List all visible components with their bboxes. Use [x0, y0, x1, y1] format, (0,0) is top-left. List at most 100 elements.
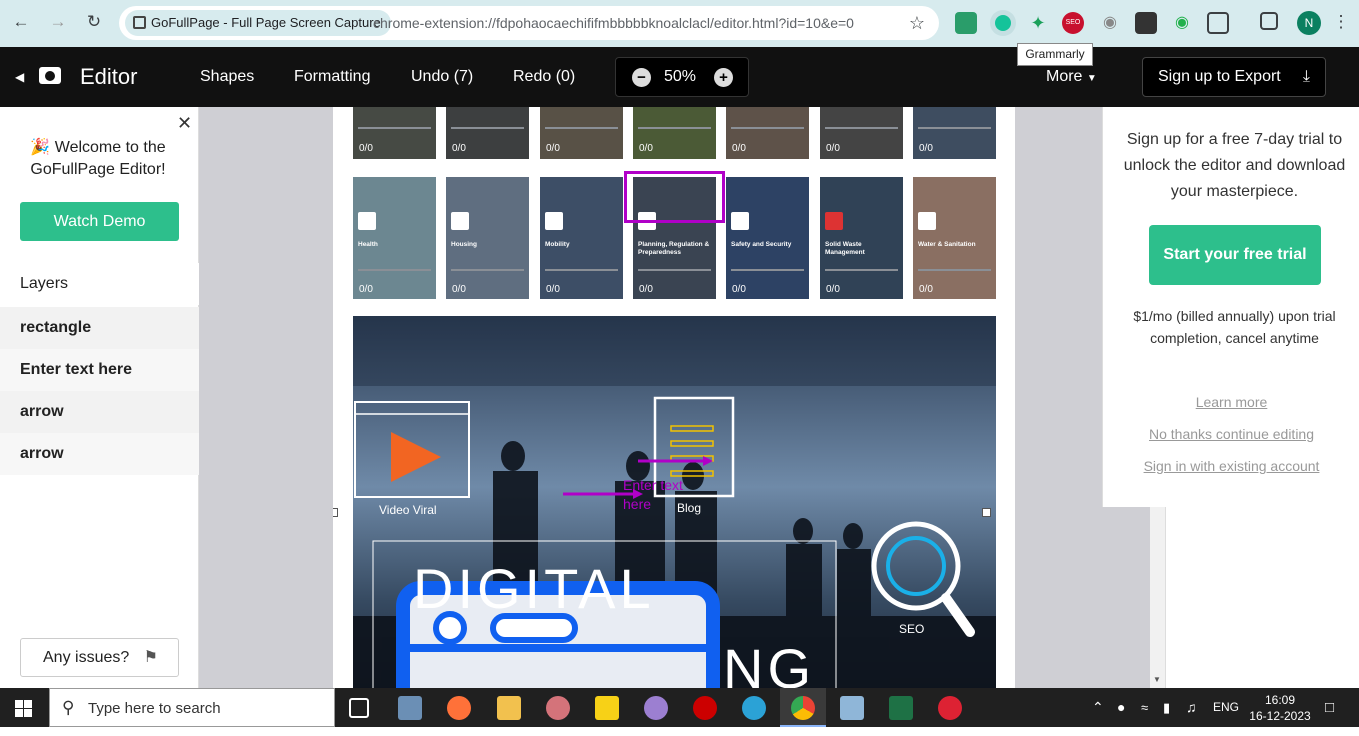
tile-count: 0/0	[639, 284, 653, 295]
menu-kebab-icon[interactable]: ⋮	[1329, 10, 1353, 34]
tile-count: 0/0	[452, 143, 466, 154]
download-icon: ⤓	[1302, 68, 1310, 85]
layer-item[interactable]: Enter text here	[0, 349, 199, 391]
undo-button[interactable]: Undo (7)	[411, 47, 473, 107]
export-button[interactable]: Sign up to Export ⤓	[1142, 57, 1326, 97]
record-icon[interactable]	[693, 696, 717, 720]
tray-chevron-icon[interactable]: ⌃	[1092, 688, 1104, 727]
layer-item[interactable]: arrow	[0, 433, 199, 475]
no-thanks-link[interactable]: No thanks continue editing	[1103, 426, 1359, 442]
screenshot-page[interactable]: 0/0 0/0 0/0 0/0 0/0 0/0 0/0 Health 0/0 Ho…	[333, 107, 1015, 688]
text-annotation[interactable]: Enter text here	[623, 476, 703, 514]
tile-label: Planning, Regulation & Preparedness	[638, 241, 710, 256]
formatting-menu[interactable]: Formatting	[294, 47, 370, 107]
chrome-taskbar-item[interactable]	[780, 688, 826, 727]
grammarly-icon[interactable]	[990, 10, 1016, 36]
app-icon-4[interactable]	[546, 696, 570, 720]
tile-count: 0/0	[732, 284, 746, 295]
extension-icon-6[interactable]	[1135, 12, 1157, 34]
extensions-puzzle-icon[interactable]	[1207, 12, 1229, 34]
scroll-down-arrow-icon[interactable]: ▼	[1153, 675, 1161, 684]
extension-icon-3[interactable]: ✦	[1027, 12, 1049, 34]
collapse-arrow-icon[interactable]: ◀	[15, 47, 24, 107]
edge-icon[interactable]	[742, 696, 766, 720]
bookmark-star-icon[interactable]: ☆	[909, 6, 925, 40]
export-label: Sign up to Export	[1158, 68, 1281, 85]
tile-count: 0/0	[826, 143, 840, 154]
hero-big-text-top: DIGITAL	[413, 557, 655, 620]
windows-start-icon[interactable]	[15, 700, 32, 717]
layers-heading: Layers	[0, 263, 199, 305]
editor-toolbar: ◀ Editor Shapes Formatting Undo (7) Redo…	[0, 47, 1359, 107]
battery-icon[interactable]: ▮	[1163, 688, 1170, 727]
volume-icon[interactable]: ♫	[1186, 688, 1197, 727]
tile-label: Mobility	[545, 241, 570, 248]
clock-date[interactable]: 16-12-2023	[1244, 697, 1316, 736]
close-icon[interactable]: ✕	[177, 113, 192, 134]
app-icon-1[interactable]	[398, 696, 422, 720]
camera-icon	[39, 67, 61, 84]
layer-item[interactable]: rectangle	[0, 307, 199, 349]
start-trial-button[interactable]: Start your free trial	[1149, 225, 1321, 285]
sticky-notes-icon[interactable]	[595, 696, 619, 720]
address-bar[interactable]: GoFullPage - Full Page Screen Capture ch…	[119, 6, 939, 40]
tile-label: Health	[358, 241, 378, 248]
seo-label: SEO	[899, 622, 925, 636]
flag-icon: ⚑	[143, 649, 158, 666]
seo-extension-icon[interactable]: SEO	[1062, 12, 1084, 34]
camera-extension-icon[interactable]: ◉	[1099, 12, 1121, 34]
hero-image: Video Viral Blog SEO Enter text here DIG…	[353, 316, 996, 688]
issues-button[interactable]: Any issues? ⚑	[20, 638, 179, 677]
sidebar: ✕ 🎉 Welcome to the GoFullPage Editor! Wa…	[0, 107, 199, 688]
shapes-menu[interactable]: Shapes	[200, 47, 254, 107]
tile-health[interactable]: Health 0/0	[353, 177, 436, 299]
snipping-icon[interactable]	[938, 696, 962, 720]
task-view-icon[interactable]	[349, 698, 369, 718]
zoom-in-icon[interactable]: +	[714, 68, 733, 87]
forward-icon[interactable]: →	[46, 10, 70, 34]
issues-label: Any issues?	[43, 649, 130, 666]
back-icon[interactable]: ←	[9, 10, 33, 34]
profile-avatar[interactable]: N	[1297, 11, 1321, 35]
taskbar-search[interactable]: ⚲ Type here to search	[49, 688, 335, 727]
excel-icon[interactable]	[889, 696, 913, 720]
watch-demo-button[interactable]: Watch Demo	[20, 202, 179, 241]
side-panel-icon[interactable]	[1260, 12, 1278, 30]
firefox-icon[interactable]	[447, 696, 471, 720]
resize-handle-left[interactable]	[333, 508, 338, 517]
extension-chip[interactable]: GoFullPage - Full Page Screen Capture	[125, 10, 391, 36]
tile-solid-waste[interactable]: Solid Waste Management 0/0	[820, 177, 903, 299]
zoom-control: − 50% +	[615, 57, 749, 97]
tile-mobility[interactable]: Mobility 0/0	[540, 177, 623, 299]
language-indicator[interactable]: ENG	[1213, 688, 1239, 727]
price-text: $1/mo (billed annually) upon trial compl…	[1133, 308, 1336, 346]
file-explorer-icon[interactable]	[497, 696, 521, 720]
rectangle-annotation[interactable]	[624, 171, 725, 223]
extension-icon-1[interactable]	[955, 12, 977, 34]
tile-label: Housing	[451, 241, 477, 248]
paint-icon[interactable]	[644, 696, 668, 720]
learn-more-link[interactable]: Learn more	[1103, 394, 1359, 410]
tile-top: 0/0	[913, 107, 996, 159]
layer-item[interactable]: arrow	[0, 391, 199, 433]
tile-count: 0/0	[639, 143, 653, 154]
tile-label: Safety and Security	[731, 241, 792, 248]
tile-count: 0/0	[919, 143, 933, 154]
microphone-icon[interactable]: ●	[1117, 688, 1125, 727]
upsell-panel: Sign up for a free 7-day trial to unlock…	[1102, 107, 1359, 507]
app-icon-10[interactable]	[840, 696, 864, 720]
url-text[interactable]: chrome-extension://fdpohaocaechififmbbbb…	[373, 6, 854, 40]
resize-handle-right[interactable]	[982, 508, 991, 517]
tile-safety[interactable]: Safety and Security 0/0	[726, 177, 809, 299]
wifi-icon[interactable]: ≈	[1141, 688, 1148, 727]
redo-button[interactable]: Redo (0)	[513, 47, 575, 107]
tile-count: 0/0	[732, 143, 746, 154]
sign-in-link[interactable]: Sign in with existing account	[1103, 458, 1359, 474]
tile-water[interactable]: Water & Sanitation 0/0	[913, 177, 996, 299]
extension-icon-7[interactable]: ◉	[1171, 12, 1193, 34]
windows-taskbar: ⚲ Type here to search ⌃ ● ≈ ▮ ♫ ENG 16:0…	[0, 688, 1359, 727]
notifications-icon[interactable]: □	[1325, 688, 1334, 727]
zoom-out-icon[interactable]: −	[632, 68, 651, 87]
reload-icon[interactable]: ↻	[82, 10, 106, 34]
tile-housing[interactable]: Housing 0/0	[446, 177, 529, 299]
